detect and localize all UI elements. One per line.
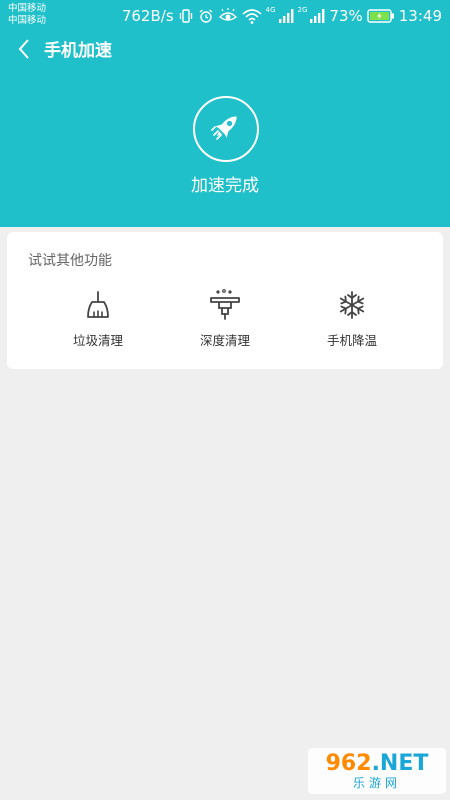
status-bar: 中国移动 中国移动 762B/s 4G 2G 73% 13:49 [0, 0, 450, 32]
net-speed: 762B/s [121, 7, 174, 25]
carrier-label-1: 中国移动 [8, 3, 47, 14]
feature-phone-cooling[interactable]: 手机降温 [297, 288, 407, 352]
result-badge [193, 96, 259, 162]
clock-time: 13:49 [398, 7, 442, 25]
net-type-1: 4G [265, 6, 276, 14]
chevron-left-icon [17, 38, 31, 64]
watermark-logo: 962.NET 乐游网 [308, 748, 446, 794]
watermark-top: 962.NET [326, 752, 429, 776]
page-title: 手机加速 [44, 41, 112, 61]
result-text: 加速完成 [191, 176, 259, 196]
signal-icon [278, 8, 294, 24]
feature-label: 手机降温 [326, 333, 377, 348]
other-features-card: 试试其他功能 垃圾清理 深度清理 手机降温 [7, 232, 443, 369]
nav-bar: 手机加速 [0, 32, 450, 70]
carrier-info: 中国移动 中国移动 [8, 3, 46, 27]
signal-icon [309, 8, 325, 24]
feature-label: 深度清理 [199, 333, 250, 348]
carrier-label-2: 中国移动 [8, 15, 47, 26]
snowflake-icon [335, 288, 369, 322]
watermark-bottom: 乐游网 [352, 776, 401, 790]
battery-percent: 73% [329, 7, 363, 25]
status-icons: 762B/s 4G 2G 73% 13:49 [122, 5, 442, 27]
battery-charging-icon [367, 8, 395, 24]
card-title: 试试其他功能 [28, 253, 112, 269]
feature-label: 垃圾清理 [72, 333, 123, 348]
broom-icon [81, 288, 115, 322]
eye-comfort-icon [218, 8, 238, 24]
wifi-icon [242, 8, 262, 24]
rocket-icon [208, 109, 244, 149]
back-button[interactable] [10, 36, 38, 66]
feature-junk-clean[interactable]: 垃圾清理 [43, 288, 153, 352]
net-type-2: 2G [297, 6, 308, 14]
feature-deep-clean[interactable]: 深度清理 [170, 288, 280, 352]
deep-clean-icon [208, 288, 242, 322]
vibrate-icon [178, 8, 194, 24]
watermark-net: .NET [371, 751, 429, 776]
watermark-digits: 962 [325, 751, 372, 776]
alarm-icon [198, 8, 214, 24]
